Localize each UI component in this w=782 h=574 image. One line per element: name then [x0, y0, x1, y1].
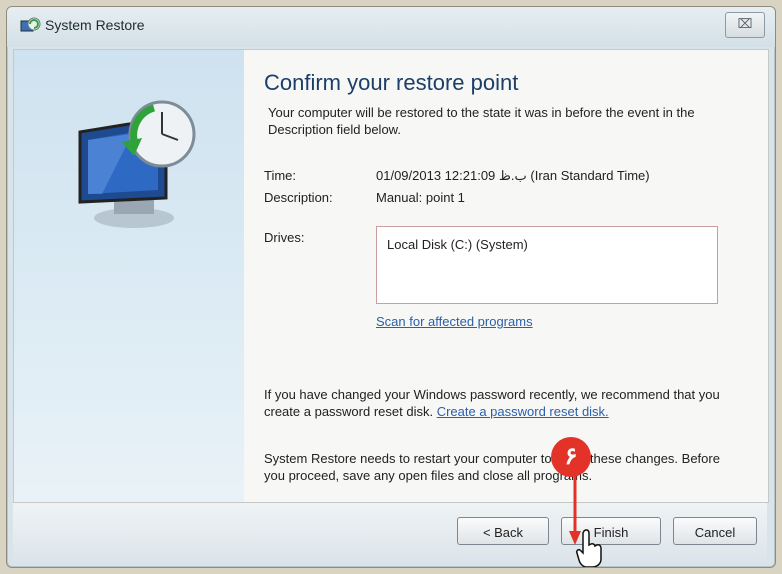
time-label: Time:: [264, 168, 297, 183]
scan-affected-programs-link[interactable]: Scan for affected programs: [376, 314, 533, 329]
system-restore-window: System Restore ⌧ Confirm your restore po…: [6, 6, 776, 568]
password-paragraph: If you have changed your Windows passwor…: [264, 386, 744, 420]
content-panel: Confirm your restore point Your computer…: [13, 49, 769, 503]
system-restore-icon: [20, 17, 41, 32]
restore-computer-clock-icon: [78, 100, 196, 228]
close-button[interactable]: ⌧: [725, 12, 765, 38]
create-password-reset-disk-link[interactable]: Create a password reset disk.: [437, 404, 609, 419]
list-item[interactable]: Local Disk (C:) (System): [387, 237, 528, 252]
step-number-badge: ۶: [551, 437, 591, 477]
title-bar: System Restore ⌧: [7, 7, 775, 47]
description-label: Description:: [264, 190, 333, 205]
window-title: System Restore: [45, 17, 145, 33]
close-icon: ⌧: [737, 16, 753, 31]
restart-notice: System Restore needs to restart your com…: [264, 451, 720, 483]
hand-cursor-icon: [576, 529, 602, 567]
page-title: Confirm your restore point: [264, 70, 519, 95]
description-value: Manual: point 1: [376, 190, 465, 205]
drives-list[interactable]: Local Disk (C:) (System): [376, 226, 718, 304]
cancel-button[interactable]: Cancel: [673, 517, 757, 545]
button-bar: < Back Finish Cancel: [13, 503, 767, 561]
main-panel: Confirm your restore point Your computer…: [264, 50, 768, 502]
intro-text: Your computer will be restored to the st…: [268, 105, 695, 137]
drives-label: Drives:: [264, 230, 305, 245]
back-button[interactable]: < Back: [457, 517, 549, 545]
sidebar-panel: [14, 50, 244, 502]
time-value: 01/09/2013 12:21:09 ب.ظ (Iran Standard T…: [376, 168, 650, 183]
